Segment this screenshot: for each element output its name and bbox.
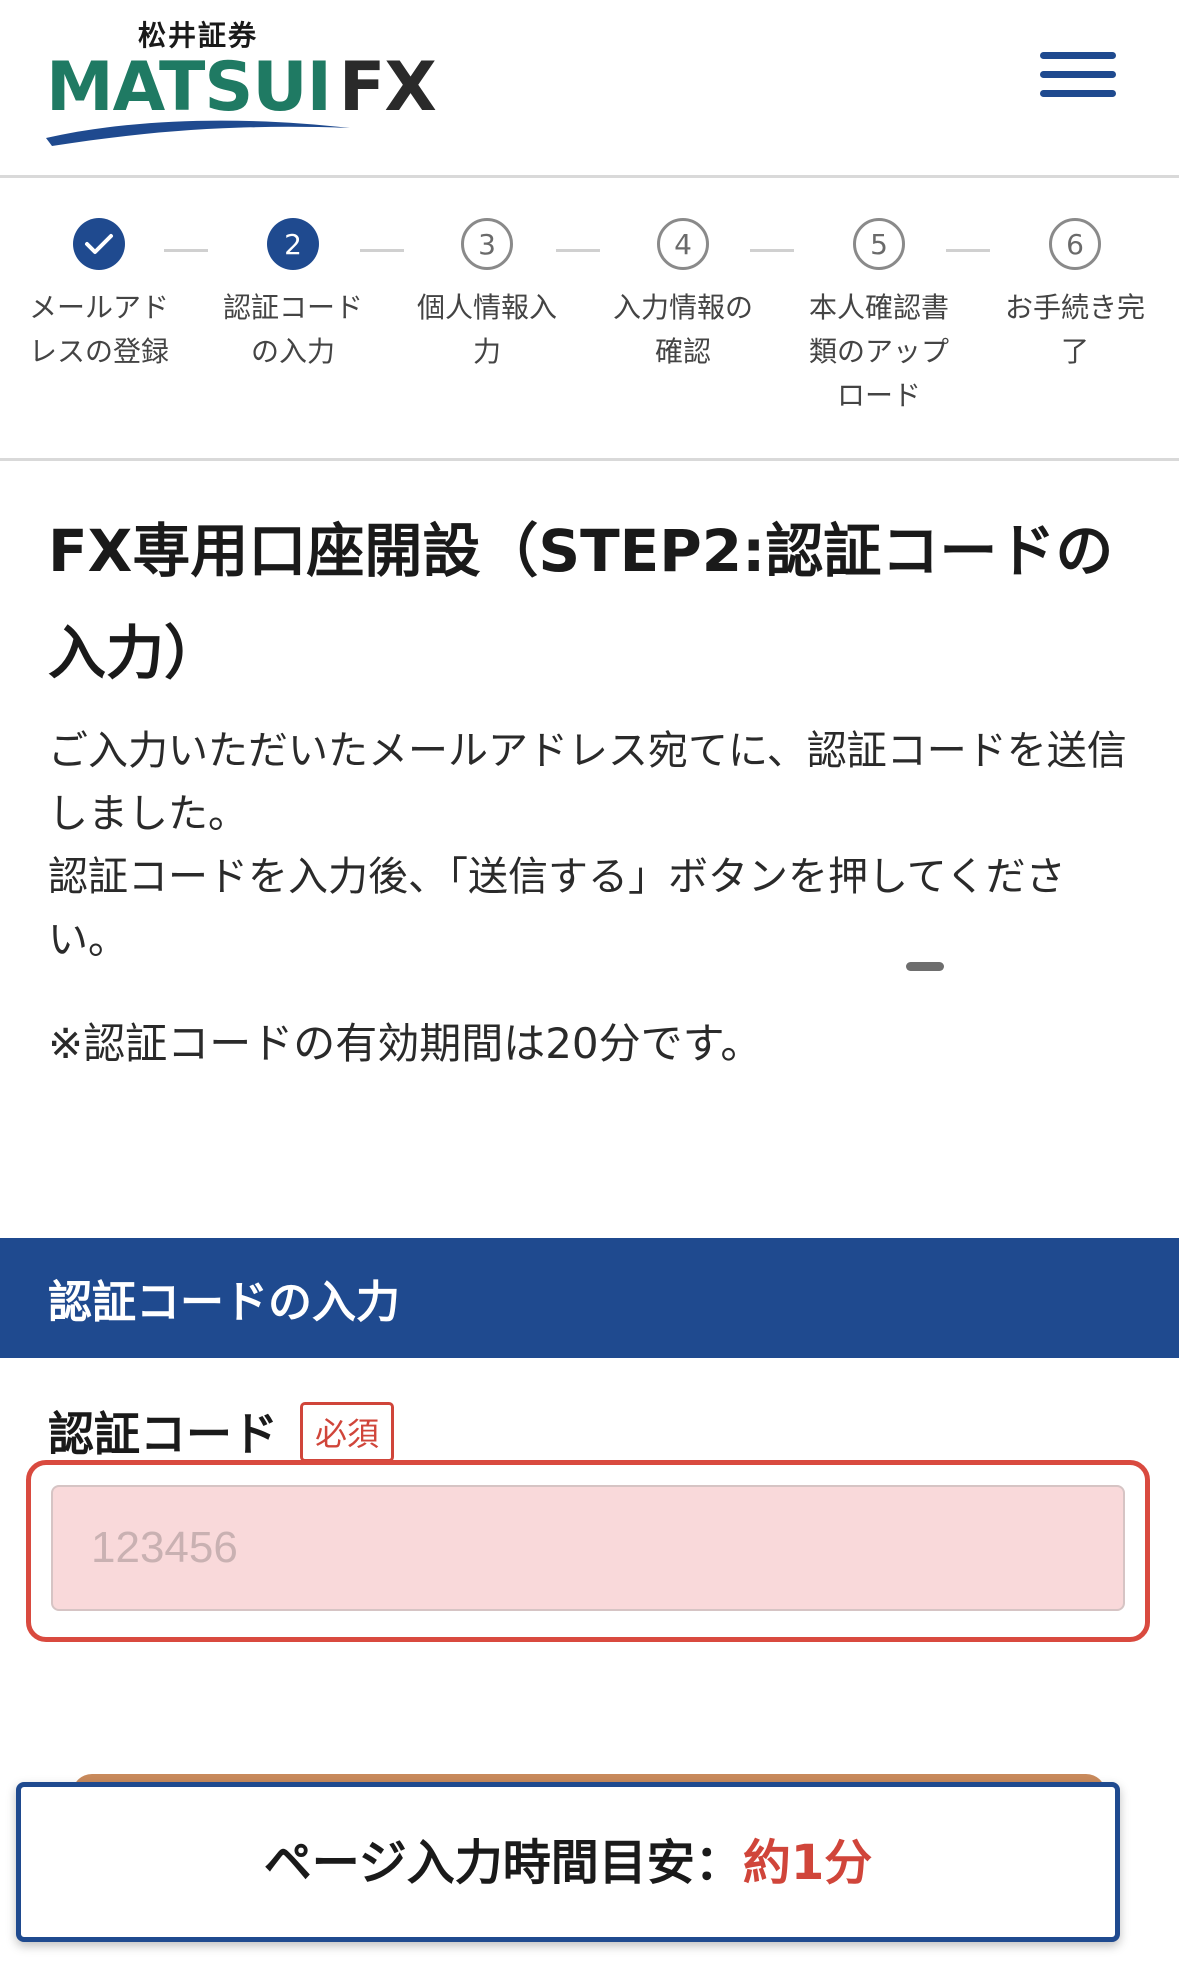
input-time-estimate-panel: ページ入力時間目安：約1分	[16, 1782, 1120, 1942]
step-4-label: 入力情報の確認	[612, 291, 753, 368]
step-connector	[946, 249, 990, 252]
step-5-number: 5	[853, 218, 905, 270]
time-estimate-label: ページ入力時間目安：	[263, 1835, 743, 1891]
step-5-label: 本人確認書類のアップロード	[808, 291, 949, 412]
step-6: 6 お手続き完了	[990, 218, 1160, 374]
step-2: 2 認証コードの入力	[208, 218, 378, 374]
auth-code-input[interactable]	[51, 1485, 1125, 1611]
step-connector	[556, 249, 600, 252]
required-badge: 必須	[300, 1402, 395, 1462]
screen-smudge	[906, 962, 944, 971]
logo-swoosh-icon	[46, 120, 350, 146]
auth-code-input-wrapper	[26, 1460, 1150, 1642]
hamburger-menu-icon[interactable]	[1040, 52, 1116, 104]
step-connector	[164, 249, 208, 252]
step-2-number: 2	[267, 218, 319, 270]
step-4-number: 4	[657, 218, 709, 270]
step-1-check-icon	[73, 218, 125, 270]
step-3-label: 個人情報入力	[416, 291, 557, 368]
matsui-fx-logo[interactable]: 松井証券 MATSUI FX	[44, 14, 437, 146]
step-1: メールアドレスの登録	[14, 218, 184, 374]
site-header: 松井証券 MATSUI FX	[0, 0, 1179, 178]
section-header: 認証コードの入力	[0, 1238, 1179, 1358]
time-estimate-value: 約1分	[742, 1835, 873, 1891]
step-connector	[750, 249, 794, 252]
step-2-label: 認証コードの入力	[222, 291, 363, 368]
section-heading: 認証コードの入力	[48, 1277, 400, 1328]
step-connector	[360, 249, 404, 252]
progress-stepper: メールアドレスの登録 2 認証コードの入力 3 個人情報入力 4 入力情報の確認…	[0, 178, 1179, 461]
intro-line-1: ご入力いただいたメールアドレス宛てに、認証コードを送信しました。	[48, 728, 1127, 837]
step-5: 5 本人確認書類のアップロード	[794, 218, 964, 418]
step-3-number: 3	[461, 218, 513, 270]
intro-line-2: 認証コードを入力後、「送信する」ボタンを押してください。	[48, 854, 1066, 963]
step-1-label: メールアドレスの登録	[28, 291, 169, 368]
step-4: 4 入力情報の確認	[598, 218, 768, 374]
page-title: FX専用口座開設（STEP2:認証コードの入力）	[48, 517, 1114, 687]
step-6-number: 6	[1049, 218, 1101, 270]
auth-code-label: 認証コード	[48, 1407, 278, 1461]
intro-text: ご入力いただいたメールアドレス宛てに、認証コードを送信しました。 認証コードを入力…	[48, 720, 1138, 972]
step-3: 3 個人情報入力	[402, 218, 572, 374]
step-6-label: お手続き完了	[1004, 291, 1145, 368]
validity-note: ※認証コードの有効期間は20分です。	[48, 1019, 763, 1068]
